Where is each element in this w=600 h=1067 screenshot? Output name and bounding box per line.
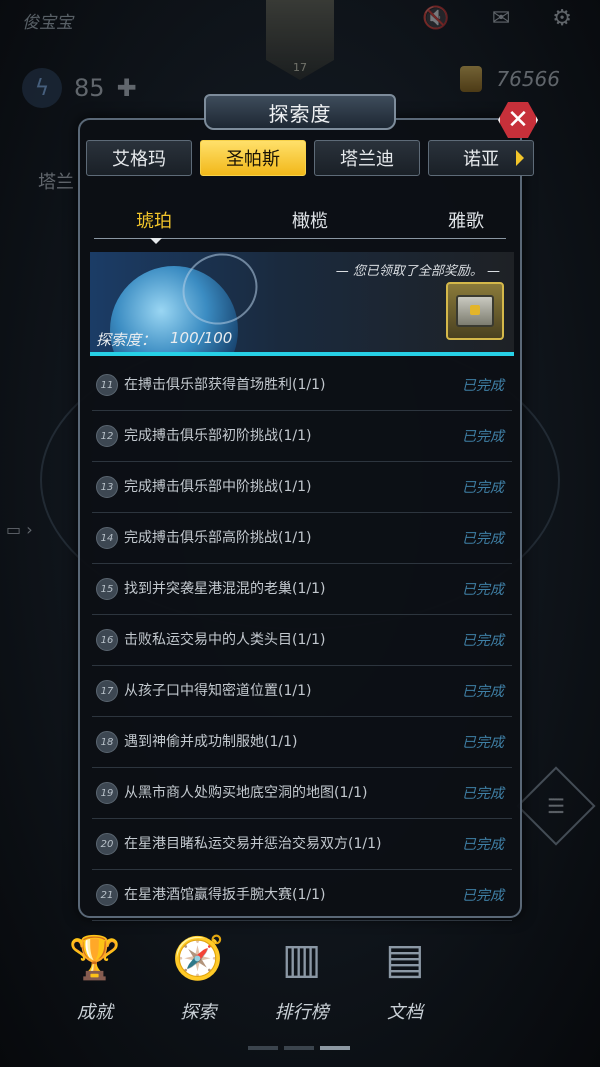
region-tabs: 艾格玛 圣帕斯 塔兰迪 诺亚 [86, 140, 534, 176]
task-row[interactable]: 14 完成搏击俱乐部高阶挑战(1/1) 已完成 [92, 513, 512, 564]
page-dot-active [320, 1046, 350, 1050]
task-status: 已完成 [462, 531, 504, 547]
task-status: 已完成 [462, 378, 504, 394]
task-status: 已完成 [462, 429, 504, 445]
task-status: 已完成 [462, 888, 504, 904]
exploration-modal: 艾格玛 圣帕斯 塔兰迪 诺亚 琥珀 橄榄 雅歌 — 您已领取了全部奖励。 — 探… [78, 118, 534, 921]
trophy-icon: 🏆 [68, 933, 122, 982]
progress-label-row: 探索度： 100/100 [96, 329, 232, 350]
chest-body [456, 295, 494, 327]
mute-icon[interactable]: 🔇 [422, 6, 449, 31]
task-row[interactable]: 21 在星港酒馆赢得扳手腕大赛(1/1) 已完成 [92, 870, 512, 921]
subtabs: 琥珀 橄榄 雅歌 [94, 200, 506, 240]
task-list[interactable]: 11 在搏击俱乐部获得首场胜利(1/1) 已完成 12 完成搏击俱乐部初阶挑战(1/1)… [92, 360, 512, 921]
task-number-badge: 11 [96, 374, 118, 396]
task-text: 在搏击俱乐部获得首场胜利(1/1) [124, 377, 326, 393]
close-icon: ✕ [507, 105, 529, 135]
nav-leaderboard[interactable]: ▥ 排行榜 [257, 930, 347, 1047]
nav-achievements[interactable]: 🏆 成就 [50, 930, 140, 1047]
task-number-badge: 18 [96, 731, 118, 753]
top-icons: 🔇 ✉ ⚙ [422, 6, 572, 31]
subtab-amber[interactable]: 琥珀 [136, 200, 172, 240]
coin-icon [460, 66, 483, 92]
nav-label: 文档 [386, 1002, 423, 1023]
task-status: 已完成 [462, 837, 504, 853]
energy-value: 85 [74, 74, 105, 102]
task-text: 在星港酒馆赢得扳手腕大赛(1/1) [124, 887, 326, 903]
task-text: 从黑市商人处购买地底空洞的地图(1/1) [124, 785, 368, 801]
task-status: 已完成 [462, 684, 504, 700]
task-status: 已完成 [462, 735, 504, 751]
task-status: 已完成 [462, 480, 504, 496]
subtab-song[interactable]: 雅歌 [448, 200, 484, 240]
task-row[interactable]: 20 在星港目睹私运交易并惩治交易双方(1/1) 已完成 [92, 819, 512, 870]
tab-sanpas[interactable]: 圣帕斯 [200, 140, 306, 176]
reward-chest-icon[interactable] [446, 282, 504, 340]
tab-agma[interactable]: 艾格玛 [86, 140, 192, 176]
task-text: 遇到神偷并成功制服她(1/1) [124, 734, 298, 750]
exploration-banner: — 您已领取了全部奖励。 — 探索度： 100/100 [90, 252, 514, 356]
task-text: 完成搏击俱乐部中阶挑战(1/1) [124, 479, 312, 495]
close-button[interactable]: ✕ [498, 100, 538, 140]
subtab-olive[interactable]: 橄榄 [292, 200, 328, 240]
task-text: 完成搏击俱乐部高阶挑战(1/1) [124, 530, 312, 546]
nav-explore[interactable]: 🧭 探索 [153, 930, 243, 1047]
page-indicator [248, 1046, 350, 1050]
gear-icon[interactable]: ⚙ [552, 6, 572, 31]
compass-icon: 🧭 [172, 933, 225, 982]
coin-value: 76566 [496, 67, 560, 91]
player-name: 俊宝宝 [22, 13, 73, 33]
task-number-badge: 12 [96, 425, 118, 447]
mail-icon[interactable]: ✉ [492, 6, 510, 31]
task-number-badge: 19 [96, 782, 118, 804]
subtab-pointer-icon [150, 238, 162, 244]
nav-label: 排行榜 [274, 1002, 329, 1023]
newspaper-icon: ▤ [385, 933, 425, 983]
tab-talandi[interactable]: 塔兰迪 [314, 140, 420, 176]
energy-stat: ϟ 85 ✚ [22, 68, 137, 108]
task-text: 在星港目睹私运交易并惩治交易双方(1/1) [124, 836, 382, 852]
task-number-badge: 13 [96, 476, 118, 498]
task-number-badge: 16 [96, 629, 118, 651]
reward-message: — 您已领取了全部奖励。 — [335, 264, 500, 279]
task-text: 从孩子口中得知密道位置(1/1) [124, 683, 312, 699]
nav-label: 成就 [77, 1002, 113, 1023]
page-dot [284, 1046, 314, 1050]
chat-icon[interactable]: ▭ › [6, 520, 33, 539]
lightning-icon: ϟ [22, 68, 62, 108]
task-row[interactable]: 18 遇到神偷并成功制服她(1/1) 已完成 [92, 717, 512, 768]
task-number-badge: 15 [96, 578, 118, 600]
task-number-badge: 14 [96, 527, 118, 549]
nav-label: 探索 [180, 1002, 217, 1023]
progress-fill [90, 352, 514, 356]
task-text: 完成搏击俱乐部初阶挑战(1/1) [124, 428, 312, 444]
plus-icon[interactable]: ✚ [117, 74, 137, 102]
task-row[interactable]: 16 击败私运交易中的人类头目(1/1) 已完成 [92, 615, 512, 666]
tab-scroll-arrow-icon[interactable] [516, 150, 524, 166]
podium-icon: ▥ [281, 933, 322, 983]
task-text: 击败私运交易中的人类头目(1/1) [124, 632, 326, 648]
page-dot [248, 1046, 278, 1050]
task-row[interactable]: 19 从黑市商人处购买地底空洞的地图(1/1) 已完成 [92, 768, 512, 819]
task-status: 已完成 [462, 633, 504, 649]
task-row[interactable]: 13 完成搏击俱乐部中阶挑战(1/1) 已完成 [92, 462, 512, 513]
task-row[interactable]: 15 找到并突袭星港混混的老巢(1/1) 已完成 [92, 564, 512, 615]
task-status: 已完成 [462, 582, 504, 598]
task-row[interactable]: 12 完成搏击俱乐部初阶挑战(1/1) 已完成 [92, 411, 512, 462]
coin-stat: 76566 [460, 66, 560, 92]
progress-bar [90, 352, 514, 356]
task-number-badge: 21 [96, 884, 118, 906]
modal-title: 探索度 [204, 94, 396, 130]
task-number-badge: 17 [96, 680, 118, 702]
task-row[interactable]: 11 在搏击俱乐部获得首场胜利(1/1) 已完成 [92, 360, 512, 411]
side-label: 塔兰 [38, 172, 74, 193]
task-text: 找到并突袭星港混混的老巢(1/1) [124, 581, 326, 597]
progress-value: 100/100 [170, 329, 233, 347]
nav-documents[interactable]: ▤ 文档 [360, 930, 450, 1047]
bottom-nav: 🏆 成就 🧭 探索 ▥ 排行榜 ▤ 文档 [50, 930, 450, 1047]
task-row[interactable]: 17 从孩子口中得知密道位置(1/1) 已完成 [92, 666, 512, 717]
task-status: 已完成 [462, 786, 504, 802]
progress-label: 探索度： [96, 331, 157, 349]
task-number-badge: 20 [96, 833, 118, 855]
